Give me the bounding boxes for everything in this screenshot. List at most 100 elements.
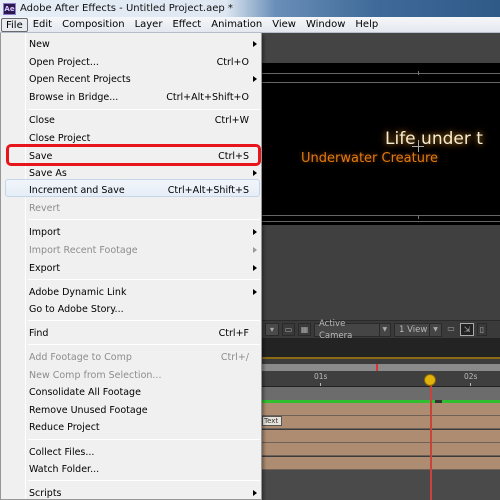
- menu-item-import[interactable]: Import: [1, 223, 263, 241]
- dropdown-arrow-icon[interactable]: ▾: [265, 323, 279, 336]
- menu-separator: [28, 480, 260, 481]
- menu-item-add-footage-to-comp: Add Footage to Comp Ctrl+/: [1, 348, 263, 366]
- menu-layer[interactable]: Layer: [130, 18, 168, 32]
- menu-item-import-recent-footage: Import Recent Footage: [1, 241, 263, 259]
- menu-view[interactable]: View: [267, 18, 301, 32]
- menu-item-label: Import: [29, 226, 61, 238]
- time-navigator-marker: [376, 364, 378, 371]
- menu-item-watch-folder[interactable]: Watch Folder...: [1, 460, 263, 478]
- view-layout-dropdown[interactable]: 1 View ▼: [394, 322, 442, 337]
- current-time-indicator-line[interactable]: [430, 378, 432, 500]
- menu-item-shortcut: Ctrl+/: [220, 351, 249, 363]
- submenu-arrow-icon: [253, 247, 257, 253]
- menu-item-find[interactable]: Find Ctrl+F: [1, 324, 263, 342]
- menu-separator: [28, 279, 260, 280]
- menu-item-new[interactable]: New: [1, 35, 263, 53]
- timeline-toggle-icon[interactable]: ▯: [477, 323, 487, 336]
- menu-help[interactable]: Help: [350, 18, 383, 32]
- crosshair-icon: [418, 140, 419, 152]
- menu-item-label: Open Recent Projects: [29, 73, 131, 85]
- menu-item-shortcut: Ctrl+W: [214, 114, 249, 126]
- after-effects-app-icon: Ae: [3, 2, 16, 15]
- title-bar: Ae Adobe After Effects - Untitled Projec…: [0, 0, 500, 17]
- save-highlight-annotation: [6, 144, 261, 166]
- viewer-pasteboard: [262, 225, 500, 320]
- menu-item-collect-files[interactable]: Collect Files...: [1, 443, 263, 461]
- toggle-pixel-aspect-icon[interactable]: ▭: [445, 323, 457, 336]
- menu-item-label: Go to Adobe Story...: [29, 303, 124, 315]
- menu-item-label: Adobe Dynamic Link: [29, 286, 127, 298]
- menu-item-open-project[interactable]: Open Project... Ctrl+O: [1, 53, 263, 71]
- menu-item-label: Revert: [29, 202, 61, 214]
- menu-item-export[interactable]: Export: [1, 259, 263, 277]
- layer-bar[interactable]: [262, 403, 500, 416]
- menu-item-label: Open Project...: [29, 56, 99, 68]
- current-time-indicator-icon[interactable]: [424, 374, 436, 386]
- menu-item-label: Consolidate All Footage: [29, 386, 141, 398]
- ruler-tick: [470, 383, 471, 386]
- layer-bar[interactable]: [262, 443, 500, 456]
- menu-item-remove-unused-footage[interactable]: Remove Unused Footage: [1, 401, 263, 419]
- menu-item-shortcut: Ctrl+Alt+Shift+S: [167, 184, 249, 196]
- transparency-grid-icon[interactable]: ▦: [298, 323, 311, 336]
- timeline-empty-area: [262, 470, 500, 500]
- composition-viewer[interactable]: Life under t Underwater Creature: [262, 63, 500, 225]
- menu-item-save-as[interactable]: Save As: [1, 164, 263, 182]
- menu-separator: [28, 320, 260, 321]
- submenu-arrow-icon: [253, 265, 257, 271]
- action-safe-guide: [262, 82, 500, 83]
- menu-animation[interactable]: Animation: [206, 18, 267, 32]
- bottom-safe-guide: [262, 215, 500, 216]
- menu-window[interactable]: Window: [301, 18, 350, 32]
- viewer-subtitle-text[interactable]: Underwater Creature: [301, 151, 438, 166]
- time-navigator[interactable]: [262, 364, 500, 371]
- menu-composition[interactable]: Composition: [57, 18, 129, 32]
- chevron-down-icon: ▼: [378, 323, 391, 336]
- menu-item-close[interactable]: Close Ctrl+W: [1, 111, 263, 129]
- menu-edit[interactable]: Edit: [28, 18, 57, 32]
- menu-item-label: Remove Unused Footage: [29, 404, 148, 416]
- menu-item-reduce-project[interactable]: Reduce Project: [1, 418, 263, 436]
- menu-item-label: Close Project: [29, 132, 91, 144]
- layer-bar[interactable]: [262, 430, 500, 443]
- timeline-divider: [262, 357, 500, 359]
- ruler-label-1s: 01s: [314, 372, 328, 381]
- menu-separator: [28, 219, 260, 220]
- menu-item-label: Reduce Project: [29, 421, 100, 433]
- window-title: Adobe After Effects - Untitled Project.a…: [20, 3, 233, 14]
- menu-item-revert: Revert: [1, 199, 263, 217]
- work-area-bar[interactable]: [262, 387, 500, 401]
- camera-dropdown[interactable]: Active Camera ▼: [314, 319, 391, 341]
- menu-item-label: Import Recent Footage: [29, 244, 138, 256]
- view-layout-label: 1 View: [399, 324, 428, 335]
- menu-item-label: Watch Folder...: [29, 463, 100, 475]
- menu-item-label: Increment and Save: [29, 184, 125, 196]
- region-of-interest-icon[interactable]: ▭: [282, 323, 295, 336]
- menu-item-scripts[interactable]: Scripts: [1, 484, 263, 500]
- submenu-arrow-icon: [253, 289, 257, 295]
- center-guide-tick: [418, 215, 419, 219]
- menu-item-shortcut: Ctrl+Alt+Shift+O: [166, 91, 249, 103]
- viewer-toolbar: ▾ ▭ ▦ Active Camera ▼ 1 View ▼ ▭ ⇲ ▯: [262, 319, 500, 341]
- menu-item-label: Browse in Bridge...: [29, 91, 119, 103]
- menu-item-shortcut: Ctrl+F: [218, 327, 249, 339]
- menu-item-browse-in-bridge[interactable]: Browse in Bridge... Ctrl+Alt+Shift+O: [1, 88, 263, 106]
- panel-header: [262, 33, 500, 63]
- layer-bar[interactable]: [262, 457, 500, 470]
- menu-file[interactable]: File: [1, 17, 28, 32]
- menu-item-label: Collect Files...: [29, 446, 95, 458]
- menu-item-increment-and-save[interactable]: Increment and Save Ctrl+Alt+Shift+S: [1, 181, 263, 199]
- layer-bar[interactable]: [262, 416, 500, 429]
- menu-item-consolidate-all-footage[interactable]: Consolidate All Footage: [1, 383, 263, 401]
- menu-item-open-recent-projects[interactable]: Open Recent Projects: [1, 70, 263, 88]
- menu-item-adobe-dynamic-link[interactable]: Adobe Dynamic Link: [1, 283, 263, 301]
- menu-effect[interactable]: Effect: [167, 18, 206, 32]
- fast-previews-icon[interactable]: ⇲: [460, 323, 474, 336]
- layer-chip-text[interactable]: Text: [262, 416, 282, 426]
- menu-item-label: Save As: [29, 167, 67, 179]
- time-ruler[interactable]: 01s 02s: [262, 371, 500, 387]
- viewer-title-text[interactable]: Life under t: [385, 129, 483, 149]
- menu-item-go-to-adobe-story[interactable]: Go to Adobe Story...: [1, 300, 263, 318]
- timeline-header: [262, 338, 500, 358]
- menu-item-new-comp-from-selection: New Comp from Selection...: [1, 366, 263, 384]
